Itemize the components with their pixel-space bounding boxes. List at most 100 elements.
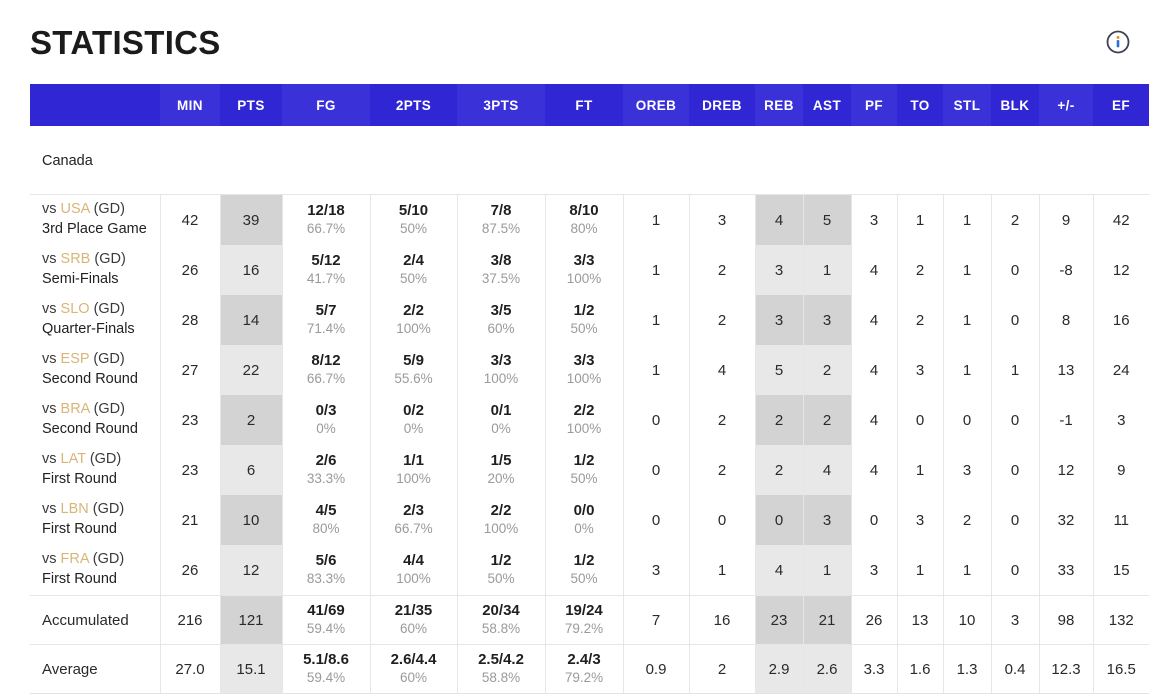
summary-dreb: 16 (689, 595, 756, 645)
opponent-code[interactable]: SLO (61, 301, 90, 317)
game-cell[interactable]: vs LAT (GD) First Round (30, 445, 161, 495)
cell-ast: 1 (803, 245, 852, 295)
cell-stl: 1 (943, 345, 992, 395)
cell-ast: 2 (803, 395, 852, 445)
game-detail-label[interactable]: (GD) (93, 351, 124, 367)
column-header-plusminus[interactable]: +/- (1039, 84, 1093, 126)
cell-blk: 2 (991, 194, 1040, 245)
game-cell[interactable]: vs FRA (GD) First Round (30, 545, 161, 596)
game-stage: First Round (42, 471, 117, 487)
cell-ft-value: 0/0 (573, 502, 595, 520)
cell-plusminus: 9 (1039, 194, 1094, 245)
vs-label: vs (42, 301, 57, 318)
column-header-pf[interactable]: PF (851, 84, 897, 126)
cell-2pts-value: 2/3 (403, 502, 424, 520)
column-header-pts[interactable]: PTS (220, 84, 282, 126)
cell-2pts: 4/4 100% (370, 545, 458, 596)
cell-fg-percent: 66.7% (306, 221, 346, 237)
game-detail-label[interactable]: (GD) (90, 451, 121, 467)
game-cell[interactable]: vs SLO (GD) Quarter-Finals (30, 295, 161, 345)
opponent-code[interactable]: LAT (61, 451, 86, 467)
cell-ft-percent: 50% (570, 321, 598, 337)
team-name-row: Canada (30, 126, 1149, 195)
cell-pts: 16 (220, 245, 283, 295)
column-header-ast[interactable]: AST (803, 84, 851, 126)
column-header-ft[interactable]: FT (545, 84, 623, 126)
cell-ft: 0/0 0% (545, 495, 624, 545)
game-cell[interactable]: vs SRB (GD) Semi-Finals (30, 245, 161, 295)
cell-fg-value: 5/12 (311, 252, 341, 270)
cell-reb: 3 (755, 295, 804, 345)
cell-3pts-value: 2/2 (490, 502, 512, 520)
cell-ef: 16 (1112, 311, 1130, 329)
summary-stl: 1.3 (943, 644, 992, 694)
column-header-game[interactable] (30, 84, 160, 126)
column-header-dreb[interactable]: DREB (689, 84, 755, 126)
opponent-code[interactable]: FRA (61, 551, 89, 567)
column-header-min[interactable]: MIN (160, 84, 220, 126)
summary-3pts: 2.5/4.2 58.8% (457, 644, 546, 694)
table-row[interactable]: vs BRA (GD) Second Round 23 2 0/3 0% 0/2 0% 0/1 0… (30, 395, 1149, 445)
summary-fg-percent: 59.4% (306, 621, 346, 637)
opponent-code[interactable]: SRB (61, 251, 91, 267)
column-header-ef[interactable]: EF (1093, 84, 1149, 126)
column-header-3pts[interactable]: 3PTS (457, 84, 545, 126)
game-detail-label[interactable]: (GD) (94, 251, 125, 267)
table-row[interactable]: vs SLO (GD) Quarter-Finals 28 14 5/7 71.4% 2/2… (30, 295, 1149, 345)
game-detail-label[interactable]: (GD) (93, 501, 124, 517)
summary-min: 216 (160, 595, 221, 645)
cell-stl: 1 (943, 545, 992, 596)
player-statistics-table: MIN PTS FG 2PTS 3PTS FT OREB DREB REB AS… (30, 84, 1149, 694)
summary-2pts: 2.6/4.4 60% (370, 644, 458, 694)
column-header-oreb[interactable]: OREB (623, 84, 689, 126)
cell-2pts-value: 4/4 (403, 552, 424, 570)
table-row[interactable]: vs USA (GD) 3rd Place Game 42 39 12/18 66.7% 5… (30, 194, 1149, 245)
column-header-reb[interactable]: REB (755, 84, 803, 126)
cell-blk: 0 (991, 295, 1040, 345)
cell-pf: 0 (851, 495, 898, 545)
column-header-2pts[interactable]: 2PTS (370, 84, 457, 126)
game-detail-label[interactable]: (GD) (94, 201, 125, 217)
game-cell[interactable]: vs LBN (GD) First Round (30, 495, 161, 545)
game-detail-label[interactable]: (GD) (94, 301, 125, 317)
vs-label: vs (42, 551, 57, 568)
column-header-to[interactable]: TO (897, 84, 943, 126)
cell-to: 2 (897, 245, 944, 295)
opponent-code[interactable]: BRA (61, 401, 90, 417)
game-cell[interactable]: vs ESP (GD) Second Round (30, 345, 161, 395)
table-row[interactable]: vs FRA (GD) First Round 26 12 5/6 83.3% 4/4 100… (30, 545, 1149, 596)
cell-blk: 0 (991, 395, 1040, 445)
summary-ft-percent: 79.2% (564, 621, 604, 637)
column-header-blk[interactable]: BLK (991, 84, 1039, 126)
summary-3pts-percent: 58.8% (481, 670, 521, 686)
game-opponent-line: vs SRB (GD) (42, 250, 160, 270)
opponent-code[interactable]: ESP (61, 351, 90, 367)
opponent-code[interactable]: USA (61, 201, 90, 217)
opponent-code[interactable]: LBN (61, 501, 89, 517)
game-detail-label[interactable]: (GD) (94, 401, 125, 417)
table-row[interactable]: vs LBN (GD) First Round 21 10 4/5 80% 2/3 66.7%… (30, 495, 1149, 545)
team-name: Canada (30, 126, 1149, 195)
cell-blk: 1 (991, 345, 1040, 395)
info-circle-icon[interactable] (1104, 28, 1132, 56)
cell-ft-percent: 100% (566, 271, 602, 287)
game-cell[interactable]: vs USA (GD) 3rd Place Game (30, 194, 161, 245)
table-row[interactable]: vs SRB (GD) Semi-Finals 26 16 5/12 41.7% 2/4 50… (30, 245, 1149, 295)
summary-blk: 0.4 (991, 644, 1040, 694)
cell-plusminus: 32 (1039, 495, 1094, 545)
cell-fg-value: 2/6 (315, 452, 337, 470)
table-row[interactable]: vs LAT (GD) First Round 23 6 2/6 33.3% 1/1 100%… (30, 445, 1149, 495)
summary-pts: 15.1 (220, 644, 283, 694)
cell-3pts-value: 0/1 (490, 402, 512, 420)
cell-3pts-percent: 100% (483, 371, 519, 387)
cell-ft: 1/2 50% (545, 445, 624, 495)
game-detail-label[interactable]: (GD) (93, 551, 124, 567)
game-cell[interactable]: vs BRA (GD) Second Round (30, 395, 161, 445)
cell-2pts-value: 0/2 (403, 402, 424, 420)
summary-to: 1.6 (897, 644, 944, 694)
cell-blk: 0 (991, 545, 1040, 596)
cell-oreb: 1 (623, 345, 690, 395)
table-row[interactable]: vs ESP (GD) Second Round 27 22 8/12 66.7% 5/9 5… (30, 345, 1149, 395)
column-header-stl[interactable]: STL (943, 84, 991, 126)
column-header-fg[interactable]: FG (282, 84, 370, 126)
